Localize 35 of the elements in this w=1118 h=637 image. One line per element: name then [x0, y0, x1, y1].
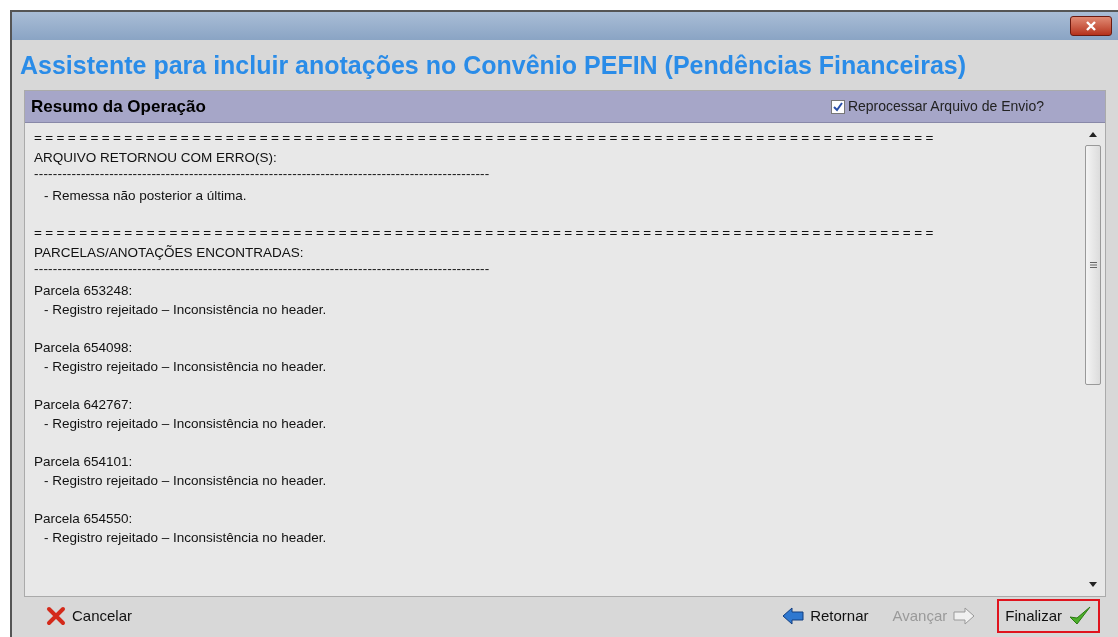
log-heading: PARCELAS/ANOTAÇÕES ENCONTRADAS:: [34, 244, 305, 262]
checkmark-icon: [1068, 605, 1092, 627]
separator-text: ================================================================================: [34, 224, 938, 242]
close-icon: [46, 606, 66, 626]
separator-text: -------------------------------------------------------------------------------------------------: [34, 262, 491, 278]
close-button[interactable]: [1070, 16, 1112, 36]
log-message: - Registro rejeitado – Inconsistência no header.: [43, 472, 328, 490]
right-arrow-icon: [953, 607, 976, 625]
reprocess-checkbox[interactable]: [830, 99, 845, 114]
log-message: - Registro rejeitado – Inconsistência no header.: [43, 529, 328, 547]
close-icon: [1085, 21, 1097, 31]
log-heading: Parcela 653248:: [34, 282, 134, 300]
grip-icon: [1089, 262, 1097, 268]
cancel-button[interactable]: Cancelar: [38, 599, 141, 633]
left-arrow-icon: [782, 607, 805, 625]
reprocess-label: Reprocessar Arquivo de Envio?: [847, 97, 1044, 116]
panel-title: Resumo da Operação: [31, 95, 206, 118]
finish-button[interactable]: Finalizar: [997, 599, 1100, 633]
window-title: Assistente para incluir anotações no Convênio PEFIN (Pendências Financeiras): [19, 50, 968, 81]
check-icon: [832, 101, 843, 112]
separator-text: -------------------------------------------------------------------------------------------------: [34, 167, 491, 183]
log-message: - Registro rejeitado – Inconsistência no header.: [43, 415, 328, 433]
log-message: - Registro rejeitado – Inconsistência no header.: [43, 358, 328, 376]
separator-text: ================================================================================: [34, 129, 938, 147]
log-heading: Parcela 654101:: [34, 453, 134, 471]
log-heading: Parcela 642767:: [34, 396, 134, 414]
log-heading: Parcela 654550:: [34, 510, 134, 528]
scroll-down-icon[interactable]: [1089, 582, 1097, 587]
log-message: - Remessa não posterior a última.: [43, 187, 248, 205]
log-heading: ARQUIVO RETORNOU COM ERRO(S):: [34, 149, 278, 167]
log-message: - Registro rejeitado – Inconsistência no header.: [43, 301, 328, 319]
scroll-up-icon[interactable]: [1089, 132, 1097, 137]
back-button[interactable]: Retornar: [774, 599, 877, 633]
scrollbar-thumb[interactable]: [1085, 145, 1101, 385]
log-heading: Parcela 654098:: [34, 339, 134, 357]
